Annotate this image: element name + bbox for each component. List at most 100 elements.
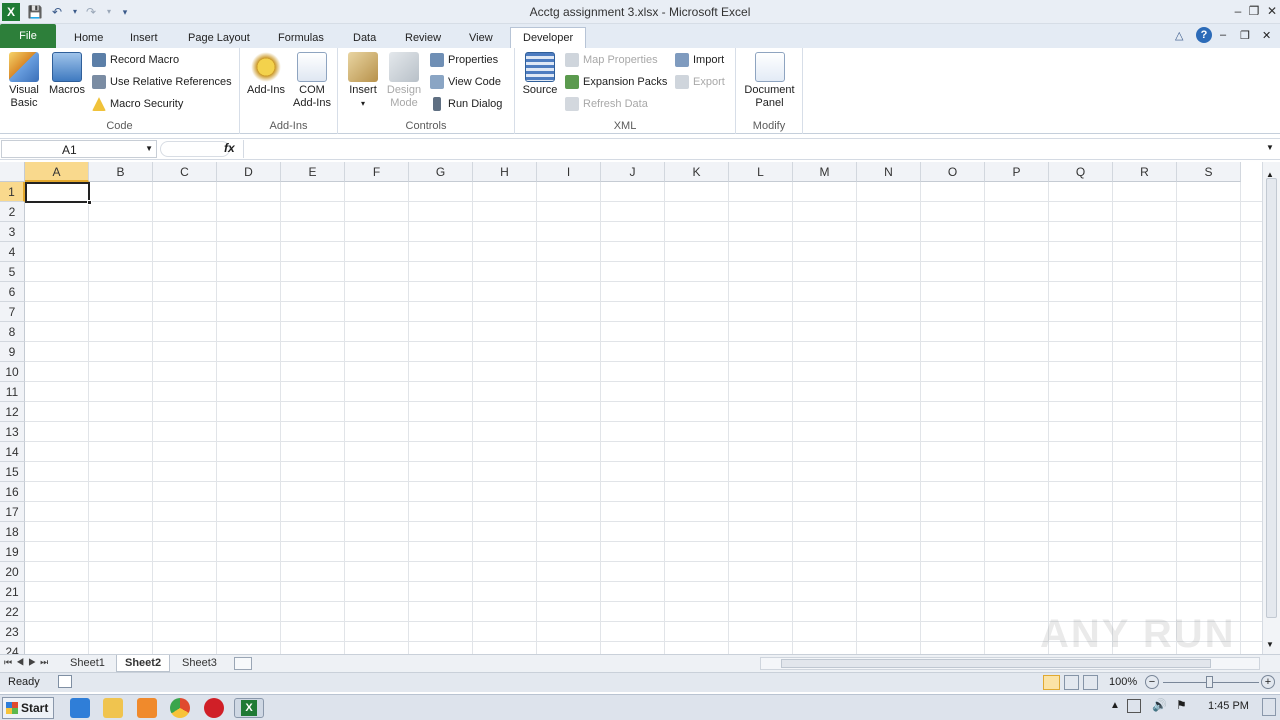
column-header-h[interactable]: H xyxy=(473,162,537,182)
tab-page-layout[interactable]: Page Layout xyxy=(176,28,262,48)
row-header-13[interactable]: 13 xyxy=(0,422,25,442)
row-header-2[interactable]: 2 xyxy=(0,202,25,222)
name-box[interactable]: A1 ▼ xyxy=(1,140,157,158)
tab-data[interactable]: Data xyxy=(341,28,388,48)
page-break-view-icon[interactable] xyxy=(1083,675,1098,690)
doc-close-icon[interactable]: ✕ xyxy=(1262,29,1271,42)
column-header-g[interactable]: G xyxy=(409,162,473,182)
zoom-level[interactable]: 100% xyxy=(1109,676,1137,688)
row-header-1[interactable]: 1 xyxy=(0,182,25,202)
row-header-18[interactable]: 18 xyxy=(0,522,25,542)
minimize-ribbon-icon[interactable]: △ xyxy=(1175,29,1183,42)
insert-function-icon[interactable]: fx xyxy=(224,141,235,155)
column-header-e[interactable]: E xyxy=(281,162,345,182)
row-header-9[interactable]: 9 xyxy=(0,342,25,362)
refresh-data-button[interactable]: Refresh Data xyxy=(565,94,648,114)
formula-input[interactable] xyxy=(243,140,1265,158)
expand-formula-bar-icon[interactable]: ▼ xyxy=(1266,143,1274,152)
volume-icon[interactable]: 🔊 xyxy=(1152,698,1167,712)
normal-view-icon[interactable] xyxy=(1043,675,1060,690)
zoom-in-icon[interactable]: + xyxy=(1261,675,1275,689)
restore-button[interactable]: ❐ xyxy=(1244,2,1264,20)
column-header-k[interactable]: K xyxy=(665,162,729,182)
export-button[interactable]: Export xyxy=(675,72,725,92)
column-header-a[interactable]: A xyxy=(25,162,89,182)
horizontal-scroll-thumb[interactable] xyxy=(781,659,1211,668)
formula-bar-resize-handle[interactable] xyxy=(160,141,230,157)
sheet-tab-sheet2[interactable]: Sheet2 xyxy=(116,655,171,672)
column-header-b[interactable]: B xyxy=(89,162,153,182)
properties-button[interactable]: Properties xyxy=(430,50,498,70)
document-panel-button[interactable]: Document Panel xyxy=(740,52,799,110)
column-header-q[interactable]: Q xyxy=(1049,162,1113,182)
excel-taskbar-button[interactable]: X xyxy=(234,698,264,718)
tab-formulas[interactable]: Formulas xyxy=(266,28,336,48)
tab-file[interactable]: File xyxy=(0,24,56,48)
media-player-icon[interactable] xyxy=(137,698,157,718)
addins-button[interactable]: Add-Ins xyxy=(244,52,288,97)
tab-insert[interactable]: Insert xyxy=(118,28,170,48)
active-cell-a1[interactable] xyxy=(25,182,90,203)
row-header-16[interactable]: 16 xyxy=(0,482,25,502)
tab-review[interactable]: Review xyxy=(393,28,453,48)
close-button[interactable]: ✕ xyxy=(1262,2,1280,20)
row-header-4[interactable]: 4 xyxy=(0,242,25,262)
tab-developer[interactable]: Developer xyxy=(510,27,587,49)
name-box-dropdown-icon[interactable]: ▼ xyxy=(145,144,153,153)
row-header-24[interactable]: 24 xyxy=(0,642,25,654)
column-header-s[interactable]: S xyxy=(1177,162,1241,182)
sheet-tab-sheet3[interactable]: Sheet3 xyxy=(174,655,225,672)
chrome-icon[interactable] xyxy=(170,698,190,718)
record-macro-button[interactable]: Record Macro xyxy=(92,50,179,70)
doc-restore-icon[interactable]: ❐ xyxy=(1240,29,1250,42)
row-header-10[interactable]: 10 xyxy=(0,362,25,382)
file-explorer-icon[interactable] xyxy=(103,698,123,718)
row-header-17[interactable]: 17 xyxy=(0,502,25,522)
column-header-j[interactable]: J xyxy=(601,162,665,182)
row-header-23[interactable]: 23 xyxy=(0,622,25,642)
insert-control-button[interactable]: Insert ▾ xyxy=(344,52,382,110)
doc-minimize-icon[interactable]: – xyxy=(1220,29,1226,41)
vertical-scrollbar[interactable]: ▲ ▼ xyxy=(1262,162,1280,654)
design-mode-button[interactable]: Design Mode xyxy=(384,52,424,110)
column-header-n[interactable]: N xyxy=(857,162,921,182)
row-header-20[interactable]: 20 xyxy=(0,562,25,582)
tray-expand-icon[interactable]: ▲ xyxy=(1110,700,1120,711)
action-center-flag-icon[interactable]: ⚑ xyxy=(1176,698,1187,712)
column-header-c[interactable]: C xyxy=(153,162,217,182)
horizontal-scrollbar[interactable] xyxy=(760,657,1260,670)
select-all-button[interactable] xyxy=(0,162,25,182)
row-header-11[interactable]: 11 xyxy=(0,382,25,402)
macros-button[interactable]: Macros xyxy=(46,52,88,97)
com-addins-button[interactable]: COM Add-Ins xyxy=(290,52,334,110)
row-header-22[interactable]: 22 xyxy=(0,602,25,622)
source-button[interactable]: Source xyxy=(519,52,561,97)
zoom-slider-thumb[interactable] xyxy=(1206,676,1213,688)
insert-sheet-icon[interactable] xyxy=(234,657,252,670)
start-button[interactable]: Start xyxy=(2,697,54,719)
row-header-3[interactable]: 3 xyxy=(0,222,25,242)
show-desktop-button[interactable] xyxy=(1262,698,1276,716)
macro-recording-icon[interactable] xyxy=(58,675,72,688)
network-icon[interactable] xyxy=(1127,699,1141,713)
row-header-5[interactable]: 5 xyxy=(0,262,25,282)
visual-basic-button[interactable]: Visual Basic xyxy=(4,52,44,110)
row-header-6[interactable]: 6 xyxy=(0,282,25,302)
column-header-o[interactable]: O xyxy=(921,162,985,182)
scroll-down-icon[interactable]: ▼ xyxy=(1266,640,1274,649)
zoom-out-icon[interactable]: − xyxy=(1145,675,1159,689)
column-header-i[interactable]: I xyxy=(537,162,601,182)
tab-home[interactable]: Home xyxy=(62,28,115,48)
internet-explorer-icon[interactable] xyxy=(70,698,90,718)
page-layout-view-icon[interactable] xyxy=(1064,675,1079,690)
sheet-tab-sheet1[interactable]: Sheet1 xyxy=(62,655,113,672)
row-header-12[interactable]: 12 xyxy=(0,402,25,422)
opera-icon[interactable] xyxy=(204,698,224,718)
use-relative-references-button[interactable]: Use Relative References xyxy=(92,72,232,92)
view-code-button[interactable]: View Code xyxy=(430,72,501,92)
column-header-p[interactable]: P xyxy=(985,162,1049,182)
row-header-14[interactable]: 14 xyxy=(0,442,25,462)
import-button[interactable]: Import xyxy=(675,50,724,70)
fill-handle[interactable] xyxy=(87,200,92,205)
column-header-l[interactable]: L xyxy=(729,162,793,182)
